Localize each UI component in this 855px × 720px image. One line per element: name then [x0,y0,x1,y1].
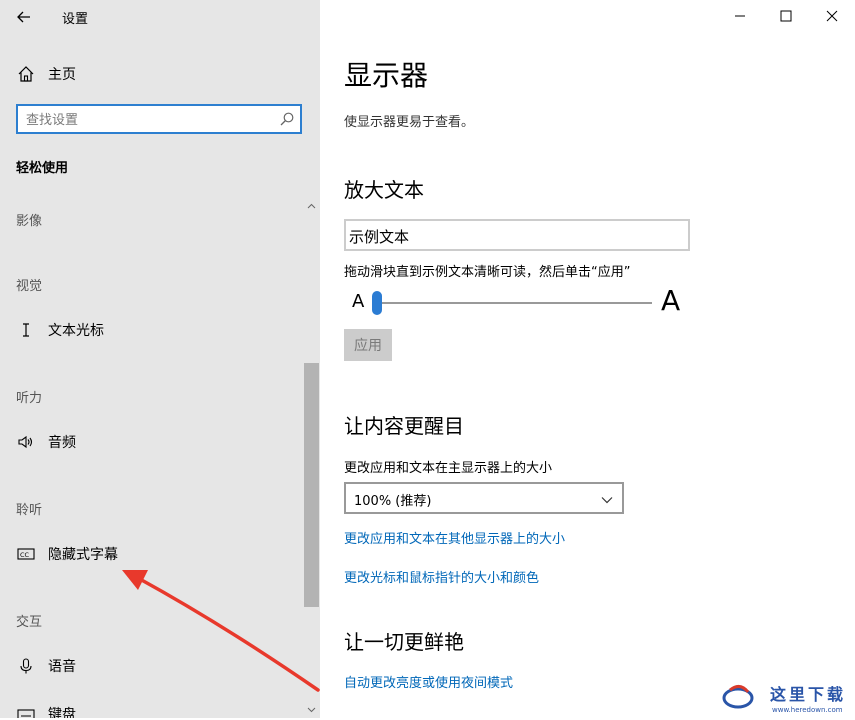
scroll-down-button[interactable] [304,702,319,716]
sample-text-box: 示例文本 [344,219,690,251]
sidebar-item-home[interactable]: 主页 [16,62,76,86]
slider-hint: 拖动滑块直到示例文本清晰可读，然后单击“应用” [344,265,631,280]
page-subtitle: 使显示器更易于查看。 [344,115,475,130]
svg-text:CC: CC [20,551,30,559]
scale-dropdown-value: 100% (推荐) [354,494,432,509]
slider-min-label: A [352,291,365,312]
sidebar-item-label: 主页 [48,67,76,83]
main-panel: 显示器 使显示器更易于查看。 放大文本 示例文本 拖动滑块直到示例文本清晰可读，… [320,0,855,718]
sidebar-item-label: 键盘 [48,707,76,718]
watermark-text: 这里下载 [770,685,846,704]
page-title: 显示器 [344,59,429,92]
link-cursor-pointer[interactable]: 更改光标和鼠标指针的大小和颜色 [344,567,539,586]
maximize-button[interactable] [763,0,809,32]
section-heading-interaction: 交互 [16,615,43,630]
chevron-up-icon [307,203,316,209]
close-icon [826,10,838,22]
sidebar-item-text-cursor[interactable]: 文本光标 [16,318,104,342]
slider-max-label: A [661,284,681,317]
app-title: 设置 [62,12,89,27]
back-arrow-icon [17,11,30,23]
section-heading-brighter: 让一切更鲜艳 [344,630,464,654]
sidebar-scrollbar-thumb[interactable] [304,363,319,607]
sidebar-item-speech[interactable]: 语音 [16,654,76,678]
maximize-icon [780,10,792,22]
back-button[interactable] [12,6,36,28]
close-button[interactable] [809,0,855,32]
link-other-displays[interactable]: 更改应用和文本在其他显示器上的大小 [344,528,565,547]
sidebar-item-label: 语音 [48,659,76,675]
minimize-button[interactable] [717,0,763,32]
scale-dropdown[interactable]: 100% (推荐) [344,482,624,514]
sidebar-item-closed-captions[interactable]: CC 隐藏式字幕 [16,542,118,566]
watermark-url: www.heredown.com [772,706,843,714]
sidebar-item-keyboard[interactable]: 键盘 [16,702,76,718]
group-title: 轻松使用 [16,161,69,176]
sidebar-item-label: 隐藏式字幕 [48,547,118,563]
apply-button[interactable]: 应用 [344,329,392,361]
home-icon [16,64,36,84]
sample-text: 示例文本 [349,228,410,246]
search-box[interactable] [16,104,302,134]
sidebar-item-label: 文本光标 [48,323,104,339]
keyboard-icon [16,704,36,718]
microphone-icon [16,656,36,676]
link-brightness-night-light[interactable]: 自动更改亮度或使用夜间模式 [344,672,513,691]
search-icon[interactable] [279,111,295,127]
watermark-logo: 这里下载 www.heredown.com [718,676,850,716]
chevron-down-icon [600,492,614,506]
sidebar-item-label: 音频 [48,435,76,451]
text-size-slider-thumb[interactable] [372,291,382,315]
section-heading-vision: 影像 [16,214,43,229]
section-heading-hearing: 听力 [16,391,43,406]
scroll-up-button[interactable] [304,198,319,212]
speaker-icon [16,432,36,452]
search-input[interactable] [24,109,278,131]
text-size-slider-track[interactable] [376,302,652,304]
text-cursor-icon [16,320,36,340]
section-heading-enlarge-text: 放大文本 [344,178,424,202]
section-heading-make-bigger: 让内容更醒目 [344,414,464,438]
sidebar-item-audio[interactable]: 音频 [16,430,76,454]
minimize-icon [735,15,745,17]
size-label: 更改应用和文本在主显示器上的大小 [344,461,553,476]
sidebar: 设置 主页 轻松使用 影像 视觉 文本光标 听力 [0,0,320,718]
section-heading-listening: 聆听 [16,503,43,518]
chevron-down-icon [307,707,316,713]
closed-captions-icon: CC [16,544,36,564]
section-heading-sight: 视觉 [16,279,43,294]
